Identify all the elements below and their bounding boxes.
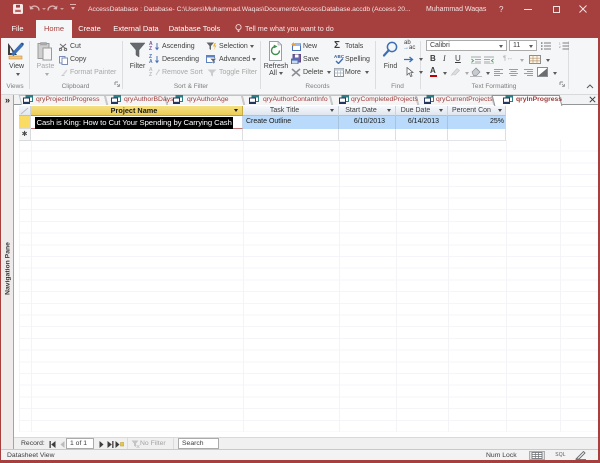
svg-text:2: 2 (559, 45, 561, 49)
